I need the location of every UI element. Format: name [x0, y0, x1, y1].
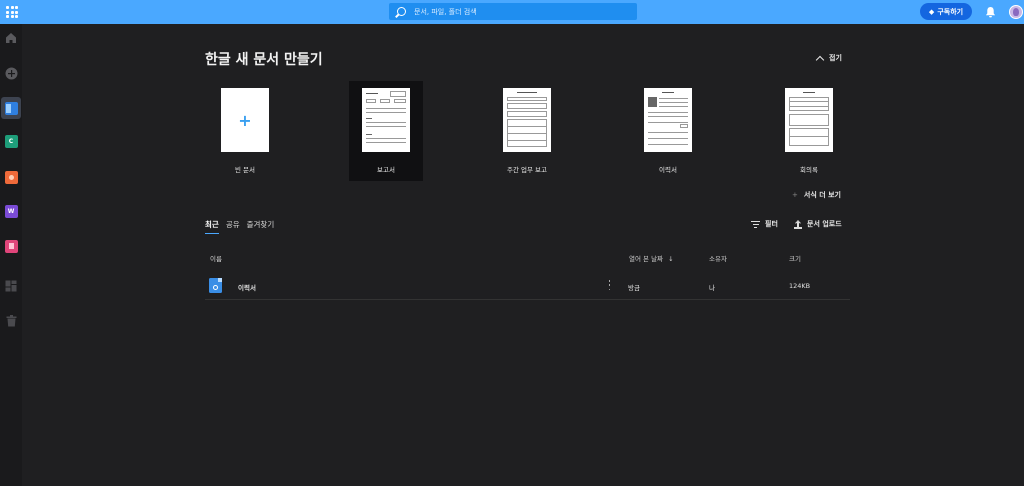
column-header-opened-label: 열어 본 날짜 — [629, 255, 664, 263]
more-templates-link[interactable]: + 서식 더 보기 — [792, 190, 841, 200]
bell-icon[interactable] — [985, 6, 996, 18]
sidebar-item-templates[interactable] — [3, 278, 19, 294]
chevron-up-icon — [815, 55, 825, 64]
tab-recent[interactable]: 최근 — [205, 219, 219, 234]
column-header-owner[interactable]: 소유자 — [709, 253, 727, 263]
sidebar-item-trash[interactable] — [3, 313, 19, 329]
upload-button[interactable]: 문서 업로드 — [794, 219, 842, 229]
home-icon — [6, 33, 16, 43]
tab-favorites[interactable]: 즐겨찾기 — [247, 219, 275, 234]
template-label: 빈 문서 — [234, 166, 255, 174]
template-weekly-report[interactable]: 주간 업무 보고 — [490, 81, 564, 181]
collapse-label: 접기 — [829, 54, 842, 62]
filter-button[interactable]: 필터 — [751, 219, 778, 229]
template-label: 이력서 — [659, 166, 677, 174]
template-thumbnail — [644, 88, 692, 152]
file-name[interactable]: 이력서 — [238, 282, 256, 292]
top-bar: ◆ 구독하기 — [0, 0, 1024, 24]
main-content: 한글 새 문서 만들기 접기 + 빈 문서 보고서 주간 업무 보고 이력서 회… — [22, 24, 1024, 486]
sidebar-item-hanshow[interactable] — [3, 169, 19, 185]
upload-icon — [794, 220, 802, 229]
sidebar-item-hanword[interactable]: W — [3, 203, 19, 219]
app-launcher-icon[interactable] — [6, 6, 18, 18]
diamond-icon: ◆ — [928, 7, 935, 16]
template-thumbnail — [362, 88, 410, 152]
column-header-name[interactable]: 이름 — [210, 253, 222, 263]
sidebar-item-hancell[interactable]: C — [3, 133, 19, 149]
hancell-app-icon: C — [4, 134, 18, 148]
filter-icon — [751, 220, 760, 228]
search-icon — [397, 7, 406, 16]
filter-label: 필터 — [765, 220, 778, 228]
trash-icon — [6, 315, 16, 327]
sidebar: C W — [0, 24, 22, 486]
plus-icon: + — [238, 110, 252, 130]
avatar[interactable] — [1009, 5, 1023, 19]
hanshow-app-icon — [4, 170, 18, 184]
more-options-icon[interactable] — [608, 280, 611, 290]
sidebar-item-pdf[interactable] — [3, 238, 19, 254]
template-resume[interactable]: 이력서 — [631, 81, 705, 181]
sort-arrow-icon: ↓ — [668, 255, 674, 263]
file-size: 124KB — [789, 282, 811, 290]
file-owner: 나 — [709, 284, 715, 292]
hanword-app-icon: W — [4, 204, 18, 218]
template-label: 보고서 — [377, 166, 395, 174]
templates-icon — [5, 280, 17, 292]
template-thumbnail — [503, 88, 551, 152]
plus-icon: + — [792, 191, 798, 199]
more-templates-label: 서식 더 보기 — [803, 191, 841, 199]
template-minutes[interactable]: 회의록 — [772, 81, 846, 181]
template-label: 주간 업무 보고 — [506, 166, 547, 174]
sidebar-item-add[interactable] — [3, 65, 19, 81]
column-header-opened[interactable]: 열어 본 날짜 ↓ — [629, 253, 674, 263]
template-thumbnail — [785, 88, 833, 152]
file-opened: 방금 — [628, 284, 640, 292]
column-header-size[interactable]: 크기 — [789, 253, 801, 263]
tab-shared[interactable]: 공유 — [226, 219, 240, 234]
collapse-button[interactable]: 접기 — [815, 53, 842, 64]
table-row[interactable]: 이력서 방금 나 124KB — [205, 272, 850, 300]
template-label: 회의록 — [800, 166, 818, 174]
add-icon — [5, 67, 17, 79]
upload-label: 문서 업로드 — [807, 220, 842, 228]
template-report[interactable]: 보고서 — [349, 81, 423, 181]
search-input[interactable] — [414, 7, 614, 16]
template-blank[interactable]: + 빈 문서 — [208, 81, 282, 181]
template-thumbnail: + — [221, 88, 269, 152]
hangul-document-icon — [209, 278, 222, 293]
pdf-app-icon — [4, 239, 18, 253]
hangul-docs-app-icon — [4, 101, 18, 115]
sidebar-item-hangul[interactable] — [1, 97, 21, 119]
page-title: 한글 새 문서 만들기 — [205, 52, 323, 68]
file-tabs: 최근 공유 즐겨찾기 — [205, 219, 274, 234]
sidebar-item-home[interactable] — [3, 30, 19, 46]
subscribe-button[interactable]: ◆ 구독하기 — [920, 3, 972, 20]
search-bar[interactable] — [389, 3, 637, 20]
subscribe-label: 구독하기 — [937, 7, 964, 16]
